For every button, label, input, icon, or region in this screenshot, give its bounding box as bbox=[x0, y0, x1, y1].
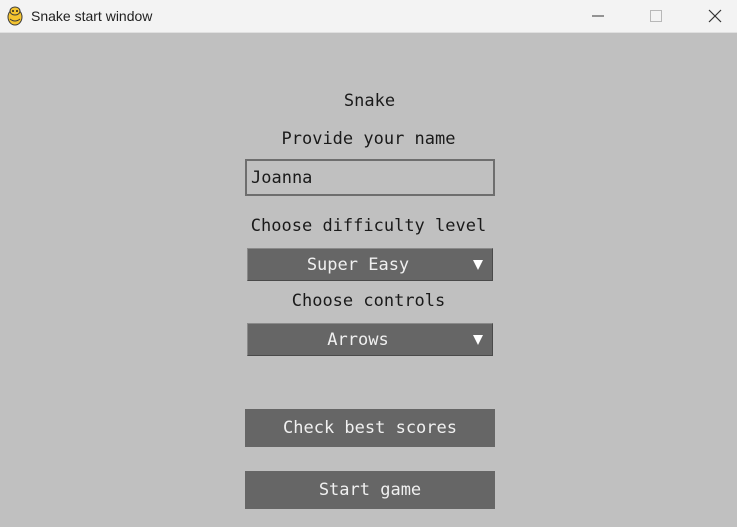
minimize-icon bbox=[592, 15, 604, 17]
controls-dropdown[interactable]: Arrows bbox=[247, 323, 493, 356]
pygame-snake-icon bbox=[7, 6, 23, 26]
close-icon bbox=[708, 9, 722, 23]
dropdown-arrow-icon bbox=[473, 260, 483, 270]
name-input[interactable] bbox=[245, 159, 495, 196]
controls-selected-value: Arrows bbox=[327, 330, 389, 350]
check-best-scores-button[interactable]: Check best scores bbox=[245, 409, 495, 447]
maximize-icon bbox=[650, 10, 662, 22]
name-label: Provide your name bbox=[281, 129, 456, 149]
difficulty-dropdown[interactable]: Super Easy bbox=[247, 248, 493, 281]
close-button[interactable] bbox=[686, 0, 737, 32]
difficulty-label: Choose difficulty level bbox=[250, 216, 487, 236]
dropdown-arrow-icon bbox=[473, 335, 483, 345]
start-form: Snake Provide your name Choose difficult… bbox=[0, 33, 737, 527]
window-title: Snake start window bbox=[31, 8, 153, 24]
maximize-button[interactable] bbox=[627, 0, 685, 32]
start-game-button[interactable]: Start game bbox=[245, 471, 495, 509]
minimize-button[interactable] bbox=[569, 0, 627, 32]
controls-label: Choose controls bbox=[291, 291, 446, 311]
difficulty-selected-value: Super Easy bbox=[306, 255, 410, 275]
title-bar[interactable]: Snake start window bbox=[0, 0, 737, 33]
game-title: Snake bbox=[343, 91, 396, 111]
snake-start-window: Snake start window Snake Provide your na… bbox=[0, 0, 737, 527]
